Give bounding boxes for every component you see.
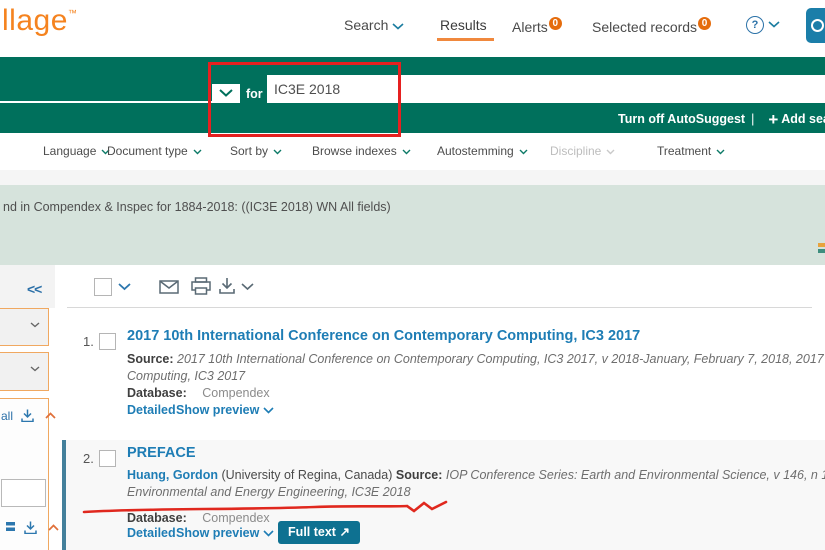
- result-source-line2: Environmental and Energy Engineering, IC…: [127, 485, 825, 499]
- download-icon[interactable]: [219, 277, 235, 294]
- full-text-button[interactable]: Full text ↗: [278, 521, 360, 544]
- save-search-icon[interactable]: [818, 243, 825, 257]
- result-title-link[interactable]: 2017 10th International Conference on Co…: [127, 328, 640, 344]
- chevron-down-icon: [273, 149, 282, 155]
- detailed-link[interactable]: Detailed: [127, 526, 176, 540]
- search-field-underline: [0, 101, 240, 103]
- select-all-link[interactable]: all: [1, 409, 13, 423]
- selected-count-badge: 0: [698, 17, 711, 30]
- turn-off-autosuggest-link[interactable]: Turn off AutoSuggest: [618, 112, 745, 126]
- facet-dropdown-1[interactable]: [0, 308, 49, 346]
- chevron-down-icon: [30, 322, 40, 328]
- select-all-checkbox[interactable]: [94, 278, 112, 296]
- chevron-down-icon: [768, 21, 780, 28]
- alerts-count-badge: 0: [549, 17, 562, 30]
- toolbar-divider: [67, 307, 812, 308]
- header-action-button[interactable]: [806, 8, 825, 43]
- facet-panel: all: [0, 398, 49, 550]
- result-database-row: Database: Compendex: [127, 386, 825, 400]
- help-menu[interactable]: ?: [746, 15, 780, 34]
- facet-search-input[interactable]: [1, 479, 46, 507]
- results-summary-text: nd in Compendex & Inspec for 1884-2018: …: [3, 200, 391, 214]
- chevron-up-icon[interactable]: [45, 412, 56, 419]
- results-summary-bar: [0, 185, 825, 265]
- filter-sort-by[interactable]: Sort by: [230, 144, 282, 158]
- nav-alerts[interactable]: Alerts0: [512, 17, 562, 35]
- result-source-line: Source: 2017 10th International Conferen…: [127, 352, 825, 366]
- print-icon[interactable]: [191, 277, 211, 295]
- result-checkbox[interactable]: [99, 450, 116, 467]
- chevron-down-icon[interactable]: [241, 283, 254, 291]
- result-number: 1.: [83, 334, 94, 349]
- engineering-village-results-page: llage™ Search Results Alerts0 Selected r…: [0, 0, 825, 550]
- detailed-link[interactable]: Detailed: [127, 403, 176, 417]
- spacer-band: [0, 170, 825, 185]
- plus-icon: +: [768, 110, 778, 129]
- sidebar-collapse-button[interactable]: <<: [27, 281, 41, 297]
- autosuggest-controls: Turn off AutoSuggest|+Add search: [618, 110, 825, 130]
- active-tab-underline: [437, 38, 494, 41]
- annotation-underline: [80, 499, 455, 517]
- annotation-rectangle: [208, 62, 401, 137]
- chevron-down-icon: [392, 23, 404, 30]
- chevron-down-icon: [402, 149, 411, 155]
- email-icon[interactable]: [159, 280, 179, 294]
- chevron-down-icon: [519, 149, 528, 155]
- filter-autostemming[interactable]: Autostemming: [437, 144, 528, 158]
- filter-treatment[interactable]: Treatment: [657, 144, 725, 158]
- help-icon: ?: [746, 16, 764, 34]
- filter-language[interactable]: Language: [43, 144, 110, 158]
- person-icon: [811, 19, 824, 32]
- external-link-icon: ↗: [339, 525, 349, 539]
- result-checkbox[interactable]: [99, 333, 116, 350]
- author-link[interactable]: Huang, Gordon: [127, 468, 218, 482]
- trademark-symbol: ™: [68, 8, 77, 18]
- filter-document-type[interactable]: Document type: [107, 144, 202, 158]
- nav-selected-records[interactable]: Selected records0: [592, 17, 711, 35]
- show-preview-link[interactable]: Show preview: [176, 526, 274, 540]
- filter-browse-indexes[interactable]: Browse indexes: [312, 144, 411, 158]
- chevron-down-icon: [606, 149, 615, 155]
- facet-dropdown-2[interactable]: [0, 352, 49, 391]
- result-number: 2.: [83, 451, 94, 466]
- chevron-down-icon: [263, 407, 274, 414]
- list-icon[interactable]: [5, 521, 16, 532]
- show-preview-link[interactable]: Show preview: [176, 403, 274, 417]
- chevron-down-icon: [263, 530, 274, 537]
- chevron-up-icon[interactable]: [48, 524, 59, 531]
- result-author-source-line: Huang, Gordon (University of Regina, Can…: [127, 468, 825, 482]
- download-icon[interactable]: [24, 521, 37, 534]
- download-icon[interactable]: [21, 409, 34, 422]
- add-search-link[interactable]: Add search: [781, 112, 825, 126]
- tab-results[interactable]: Results: [440, 17, 487, 33]
- chevron-down-icon: [193, 149, 202, 155]
- brand-logo[interactable]: llage™: [2, 4, 77, 38]
- result-source-line2: Computing, IC3 2017: [127, 369, 825, 383]
- filter-discipline-disabled: Discipline: [550, 144, 615, 158]
- result-title-link[interactable]: PREFACE: [127, 445, 196, 461]
- chevron-down-icon: [716, 149, 725, 155]
- chevron-down-icon[interactable]: [118, 283, 131, 291]
- nav-search-menu[interactable]: Search: [344, 17, 404, 33]
- chevron-down-icon: [30, 366, 40, 372]
